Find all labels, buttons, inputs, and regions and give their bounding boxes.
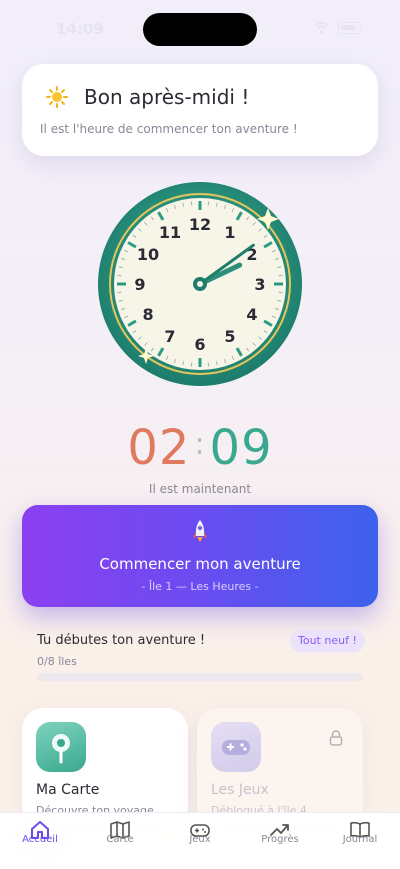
lock-icon	[329, 730, 343, 746]
greeting-title: Bon après-midi !	[84, 85, 250, 109]
tab-journal[interactable]: Journal	[320, 813, 400, 869]
clock-number: 11	[159, 223, 181, 242]
tab-label: Jeux	[189, 834, 211, 845]
tab-label: Progrès	[261, 834, 299, 845]
status-time: 14:09	[56, 20, 104, 38]
tab-progress[interactable]: Progrès	[240, 813, 320, 869]
digital-time: 02:09	[0, 420, 400, 476]
map-card[interactable]: Ma Carte Découvre ton voyage	[22, 708, 188, 828]
tab-label: Accueil	[22, 834, 58, 845]
games-card-title: Les Jeux	[211, 782, 269, 798]
time-label: Il est maintenant	[148, 482, 252, 496]
clock-number: 4	[246, 305, 257, 324]
map-pin-icon	[52, 734, 70, 764]
clock-number: 6	[194, 335, 205, 354]
analog-clock: 12 1234567891011	[98, 182, 302, 386]
clock-number: 3	[254, 275, 265, 294]
clock-number: 9	[134, 275, 145, 294]
gamepad-icon	[222, 740, 250, 755]
map-pin-icon-box	[36, 722, 86, 772]
status-bar: 14:09	[0, 0, 400, 56]
rocket-icon	[193, 520, 207, 542]
clock-number: 10	[137, 245, 159, 264]
time-minutes: 09	[209, 420, 273, 476]
progress-bar	[37, 673, 363, 681]
clock-number: 8	[142, 305, 153, 324]
clock-number: 1	[224, 223, 235, 242]
tab-bar: Accueil Carte Jeux Progrès Journal	[0, 812, 400, 869]
dynamic-island	[143, 13, 257, 46]
progress-title: Tu débutes ton aventure !	[37, 633, 206, 648]
greeting-card	[22, 64, 378, 156]
status-icons	[314, 22, 362, 34]
start-adventure-title: Commencer mon aventure	[99, 555, 301, 573]
tab-home[interactable]: Accueil	[0, 813, 80, 869]
battery-icon	[338, 22, 362, 34]
start-adventure-subtitle: - Île 1 — Les Heures -	[141, 580, 259, 593]
sun-icon	[46, 86, 68, 108]
tab-label: Journal	[342, 834, 378, 845]
status-badge: Tout neuf !	[290, 630, 365, 652]
clock-number: 12	[189, 215, 211, 234]
time-separator: :	[194, 427, 206, 462]
games-card[interactable]: Les Jeux Débloqué à l'île 4	[197, 708, 363, 828]
clock-number: 7	[164, 327, 175, 346]
tab-map[interactable]: Carte	[80, 813, 160, 869]
time-hours: 02	[127, 420, 191, 476]
map-card-title: Ma Carte	[36, 782, 100, 798]
tab-games[interactable]: Jeux	[160, 813, 240, 869]
tab-label: Carte	[106, 834, 134, 845]
wifi-icon	[314, 22, 330, 34]
greeting-subtitle: Il est l'heure de commencer ton aventure…	[40, 122, 298, 136]
progress-count: 0/8 îles	[37, 655, 77, 668]
gamepad-icon-box	[211, 722, 261, 772]
clock-number: 5	[224, 327, 235, 346]
